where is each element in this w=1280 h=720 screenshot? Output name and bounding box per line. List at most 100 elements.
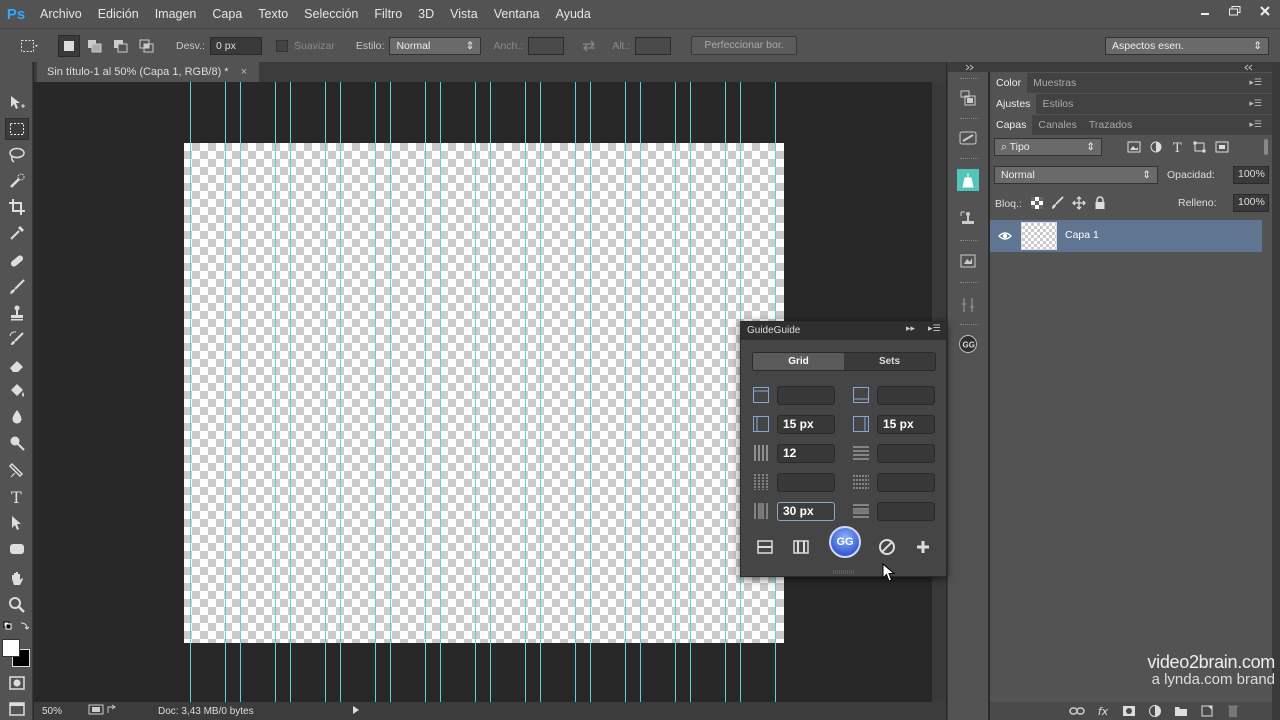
actions-panel-icon[interactable] — [957, 250, 979, 272]
filter-adjustment-icon[interactable] — [1148, 140, 1164, 154]
guide-line[interactable] — [225, 82, 226, 702]
resize-grip-icon[interactable] — [833, 570, 855, 574]
menu-ayuda[interactable]: Ayuda — [548, 0, 599, 28]
color-swatches[interactable] — [2, 637, 30, 667]
guide-line[interactable] — [390, 82, 391, 702]
tab-capas[interactable]: Capas — [990, 115, 1033, 135]
tab-sets[interactable]: Sets — [844, 353, 935, 370]
filter-shape-icon[interactable] — [1192, 140, 1208, 154]
guide-line[interactable] — [240, 82, 241, 702]
foreground-color-swatch[interactable] — [2, 639, 20, 657]
tab-muestras[interactable]: Muestras — [1027, 73, 1082, 93]
tab-color[interactable]: Color — [990, 73, 1028, 93]
guide-line[interactable] — [190, 82, 191, 702]
guide-line[interactable] — [575, 82, 576, 702]
menu-archivo[interactable]: Archivo — [32, 0, 90, 28]
layer-thumbnail[interactable] — [1021, 222, 1057, 250]
width-input[interactable] — [528, 36, 565, 55]
add-selection-icon[interactable] — [84, 35, 106, 57]
guide-line[interactable] — [425, 82, 426, 702]
link-layers-icon[interactable] — [1068, 704, 1086, 718]
lock-pixels-icon[interactable] — [1051, 196, 1065, 210]
guide-line[interactable] — [675, 82, 676, 702]
collapse-icon[interactable]: ▸▸ — [906, 324, 915, 334]
add-set-icon[interactable] — [912, 536, 934, 558]
status-info-icon[interactable] — [88, 704, 118, 718]
opacity-input[interactable]: 100% — [1233, 166, 1269, 184]
panel-menu-icon[interactable]: ▸☰ — [1249, 120, 1262, 130]
guide-line[interactable] — [375, 82, 376, 702]
guide-line[interactable] — [690, 82, 691, 702]
top-margin-field[interactable] — [777, 386, 835, 405]
guide-line[interactable] — [275, 82, 276, 702]
tool-presets-panel-icon[interactable] — [957, 294, 979, 316]
right-margin-field[interactable]: 15 px — [877, 415, 935, 434]
filter-pixel-icon[interactable] — [1126, 140, 1142, 154]
menu-ventana[interactable]: Ventana — [486, 0, 548, 28]
guide-line[interactable] — [725, 82, 726, 702]
dodge-tool-icon[interactable] — [5, 432, 29, 454]
eye-visibility-icon[interactable] — [998, 229, 1012, 243]
guideguide-make-grid-button[interactable]: GG — [829, 526, 861, 558]
tab-trazados[interactable]: Trazados — [1083, 115, 1138, 135]
screen-mode-icon[interactable] — [5, 698, 29, 720]
guide-line[interactable] — [540, 82, 541, 702]
guide-line[interactable] — [340, 82, 341, 702]
menu-seleccion[interactable]: Selección — [296, 0, 366, 28]
clone-stamp-tool-icon[interactable] — [5, 302, 29, 324]
menu-edicion[interactable]: Edición — [90, 0, 147, 28]
subtract-selection-icon[interactable] — [110, 35, 132, 57]
type-tool-icon[interactable]: T — [5, 486, 29, 508]
eraser-tool-icon[interactable] — [5, 354, 29, 376]
guide-line[interactable] — [490, 82, 491, 702]
guide-line[interactable] — [625, 82, 626, 702]
filter-smart-object-icon[interactable] — [1214, 140, 1230, 154]
panels-scrollbar[interactable] — [1272, 62, 1280, 720]
properties-panel-icon[interactable] — [957, 127, 979, 149]
layer-row[interactable]: Capa 1 — [990, 220, 1262, 252]
hand-tool-icon[interactable] — [5, 568, 29, 590]
row-gutter-field[interactable] — [877, 502, 935, 521]
document-canvas[interactable] — [184, 143, 784, 643]
panel-menu-icon[interactable]: ▸☰ — [928, 324, 941, 334]
layer-name[interactable]: Capa 1 — [1065, 229, 1099, 241]
workspace-select[interactable]: Aspectos esen. ⇕ — [1105, 36, 1269, 55]
bottom-margin-field[interactable] — [877, 386, 935, 405]
column-width-field[interactable] — [777, 473, 835, 492]
tab-ajustes[interactable]: Ajustes — [990, 94, 1037, 114]
menu-vista[interactable]: Vista — [442, 0, 486, 28]
new-group-icon[interactable] — [1172, 704, 1190, 718]
move-tool-icon[interactable] — [5, 92, 29, 114]
history-brush-tool-icon[interactable] — [5, 328, 29, 350]
healing-brush-tool-icon[interactable] — [5, 250, 29, 272]
default-colors-icon[interactable] — [2, 620, 32, 634]
filter-type-icon[interactable]: T — [1170, 140, 1186, 154]
add-mask-icon[interactable] — [1120, 704, 1138, 718]
history-panel-icon[interactable] — [957, 87, 979, 109]
restore-icon[interactable] — [1220, 0, 1250, 22]
panel-menu-icon[interactable]: ▸☰ — [1249, 78, 1262, 88]
menu-filtro[interactable]: Filtro — [366, 0, 410, 28]
guide-line[interactable] — [525, 82, 526, 702]
path-selection-tool-icon[interactable] — [5, 512, 29, 534]
guide-line[interactable] — [475, 82, 476, 702]
new-layer-icon[interactable] — [1198, 704, 1216, 718]
column-gutter-field[interactable]: 30 px — [777, 502, 835, 521]
close-window-icon[interactable] — [1250, 0, 1280, 22]
pen-tool-icon[interactable] — [5, 460, 29, 482]
swap-dimensions-icon[interactable] — [578, 35, 600, 57]
panels-header[interactable] — [990, 62, 1272, 72]
rectangle-shape-tool-icon[interactable] — [5, 538, 29, 560]
layer-filter-select[interactable]: ⌕ Tipo ⇕ — [994, 138, 1102, 156]
lasso-tool-icon[interactable] — [5, 144, 29, 166]
brush-tool-icon[interactable] — [5, 276, 29, 298]
document-tab[interactable]: Sin título-1 al 50% (Capa 1, RGB/8) * × — [37, 62, 260, 82]
tab-estilos[interactable]: Estilos — [1036, 94, 1079, 114]
crop-tool-icon[interactable] — [5, 196, 29, 218]
rectangular-marquee-tool-icon[interactable] — [5, 118, 29, 140]
guideguide-panel-icon[interactable]: GG — [957, 333, 979, 355]
feather-input[interactable]: 0 px — [209, 36, 262, 55]
eyedropper-tool-icon[interactable] — [5, 222, 29, 244]
refine-edge-button[interactable]: Perfeccionar bor. — [691, 36, 797, 55]
marquee-preset-icon[interactable] — [18, 35, 40, 57]
